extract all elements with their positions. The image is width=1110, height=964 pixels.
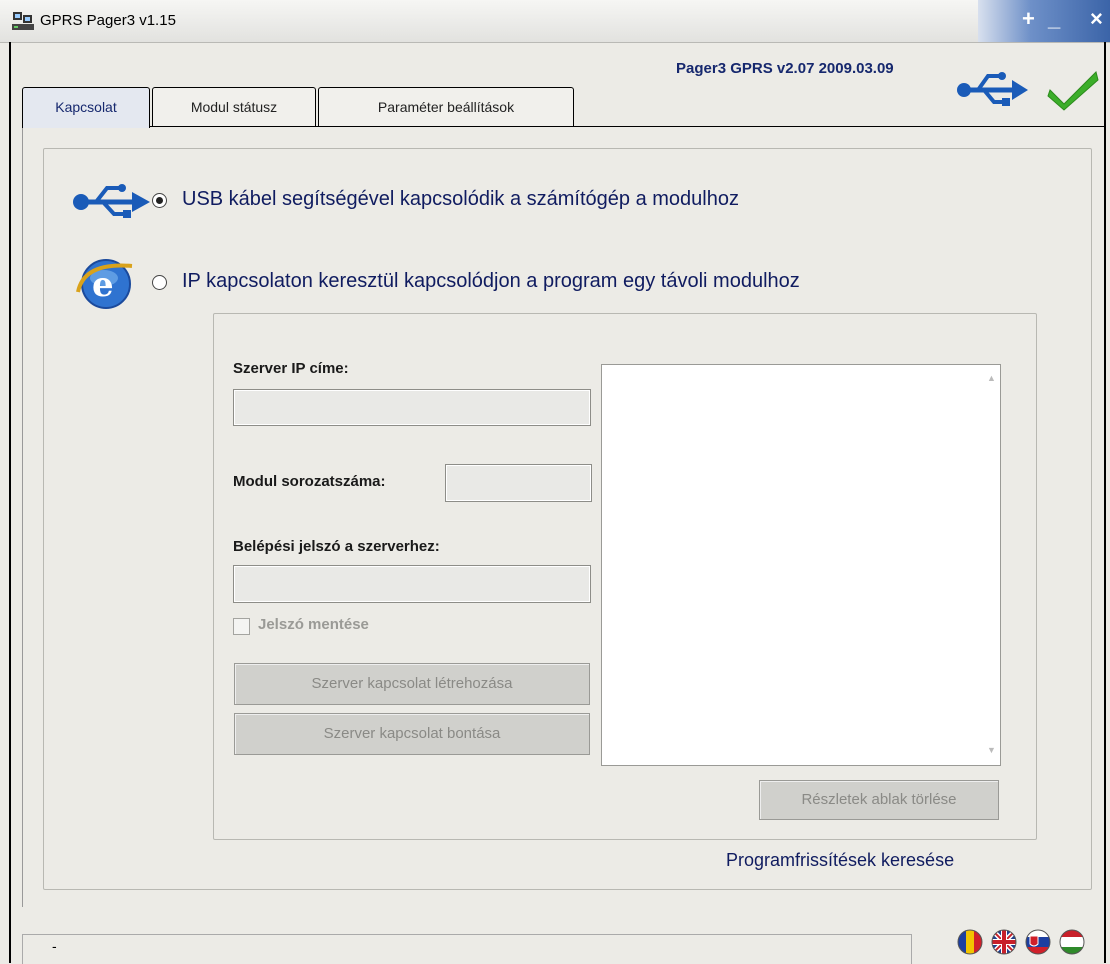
check-updates-link[interactable]: Programfrissítések keresése [726,850,954,871]
password-label: Belépési jelszó a szerverhez: [233,538,440,555]
clear-details-button[interactable]: Részletek ablak törlése [759,780,999,820]
tab-modul-status[interactable]: Modul státusz [152,87,316,126]
server-ip-label: Szerver IP címe: [233,360,349,377]
usb-option-label[interactable]: USB kábel segítségével kapcsolódik a szá… [182,188,739,211]
server-ip-input[interactable] [233,389,591,426]
ip-option-label[interactable]: IP kapcsolaton keresztül kapcsolódjon a … [182,270,800,293]
window-title: GPRS Pager3 v1.15 [40,12,176,29]
usb-icon [957,72,1028,106]
details-scrollbar[interactable]: ▲ ▼ [984,365,1000,765]
scroll-down-icon[interactable]: ▼ [987,745,996,755]
version-label: Pager3 GPRS v2.07 2009.03.09 [676,60,894,77]
minimize-icon[interactable]: _ [1048,6,1060,32]
usb-radio[interactable] [152,193,167,208]
serial-input[interactable] [445,464,592,502]
scroll-up-icon[interactable]: ▲ [987,373,996,383]
window-border-right [1104,42,1106,963]
status-bar [22,934,912,964]
slovakia-flag-icon[interactable] [1024,928,1052,956]
romania-flag-icon[interactable] [956,928,984,956]
internet-explorer-icon: e [76,259,133,309]
checkmark-icon [1047,71,1099,111]
tab-kapcsolat[interactable]: Kapcsolat [22,87,150,128]
status-text: - [52,938,57,954]
details-textarea[interactable]: ▲ ▼ [601,364,1001,766]
save-password-label[interactable]: Jelszó mentése [258,616,369,633]
title-controls: + _ × [978,0,1110,42]
window-border-left [9,42,11,963]
app-icon [12,12,34,30]
connect-server-button[interactable]: Szerver kapcsolat létrehozása [234,663,590,705]
serial-label: Modul sorozatszáma: [233,473,386,490]
uk-flag-icon[interactable] [990,928,1018,956]
password-input[interactable] [233,565,591,603]
ip-radio[interactable] [152,275,167,290]
tab-parameter-settings[interactable]: Paraméter beállítások [318,87,574,126]
disconnect-server-button[interactable]: Szerver kapcsolat bontása [234,713,590,755]
hungary-flag-icon[interactable] [1058,928,1086,956]
save-password-checkbox[interactable] [233,618,250,635]
close-icon[interactable]: × [1090,6,1103,32]
usb-icon [73,184,150,218]
pin-icon[interactable]: + [1022,6,1035,32]
